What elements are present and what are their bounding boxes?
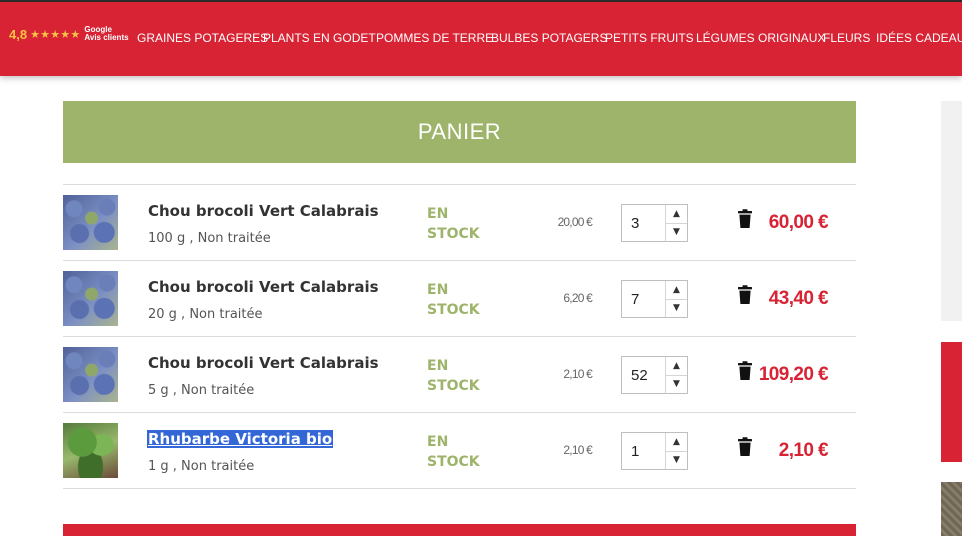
sidebar-red-block (941, 342, 962, 462)
product-variant: 5 g , Non traitée (148, 383, 255, 398)
stock-status-line1: EN (427, 206, 449, 222)
quantity-value[interactable]: 52 (631, 367, 648, 384)
stock-status: EN STOCK (427, 204, 497, 244)
site-header: 4,8 ★★★★★ Google Avis clients GRAINES PO… (0, 0, 962, 76)
trash-icon[interactable] (737, 209, 753, 229)
quantity-stepper[interactable]: 52 ▲ ▼ (621, 356, 688, 394)
cart-title: PANIER (417, 119, 502, 144)
quantity-spinner: ▲ ▼ (665, 357, 687, 393)
nav-item-plants-en-godet[interactable]: PLANTS EN GODET (263, 31, 376, 45)
line-total: 43,40 € (768, 288, 829, 309)
cart-title-banner: PANIER (63, 101, 856, 163)
stock-status: EN STOCK (427, 356, 497, 396)
stock-status-line2: STOCK (427, 302, 480, 318)
chevron-up-icon[interactable]: ▲ (666, 205, 687, 224)
nav-item-id-es-cadeaux[interactable]: IDÉES CADEAUX (876, 31, 962, 45)
chevron-down-icon[interactable]: ▼ (666, 299, 687, 317)
trash-icon[interactable] (737, 437, 753, 457)
stock-status: EN STOCK (427, 280, 497, 320)
quantity-stepper[interactable]: 3 ▲ ▼ (621, 204, 688, 242)
google-rating-badge[interactable]: 4,8 ★★★★★ Google Avis clients (9, 26, 129, 42)
chevron-up-icon[interactable]: ▲ (666, 433, 687, 452)
product-variant: 1 g , Non traitée (148, 459, 255, 474)
product-name-link[interactable]: Chou brocoli Vert Calabrais (148, 202, 379, 220)
quantity-spinner: ▲ ▼ (665, 281, 687, 317)
product-name-link[interactable]: Chou brocoli Vert Calabrais (148, 278, 379, 296)
cart-summary-bar (63, 524, 856, 536)
product-name-link[interactable]: Chou brocoli Vert Calabrais (148, 354, 379, 372)
sidebar-panel (941, 101, 962, 321)
stock-status: EN STOCK (427, 432, 497, 472)
avis-clients-label: Avis clients (84, 33, 129, 42)
google-reviews-label: Google Avis clients (84, 26, 128, 42)
product-thumbnail[interactable] (63, 271, 118, 326)
trash-icon[interactable] (737, 285, 753, 305)
quantity-value[interactable]: 7 (631, 291, 639, 308)
quantity-spinner: ▲ ▼ (665, 205, 687, 241)
product-thumbnail[interactable] (63, 195, 118, 250)
quantity-value[interactable]: 1 (631, 443, 639, 460)
product-variant: 100 g , Non traitée (148, 231, 271, 246)
nav-item-pommes-de-terre[interactable]: POMMES DE TERRE (376, 31, 493, 45)
chevron-down-icon[interactable]: ▼ (666, 223, 687, 241)
cart-item-row: Rhubarbe Victoria bio 1 g , Non traitée EN… (63, 413, 856, 489)
product-thumbnail[interactable] (63, 423, 118, 478)
cart-item-row: Chou brocoli Vert Calabrais 5 g , Non tra… (63, 337, 856, 413)
product-thumbnail[interactable] (63, 347, 118, 402)
cart-item-row: Chou brocoli Vert Calabrais 100 g , Non t… (63, 185, 856, 261)
stock-status-line1: EN (427, 434, 449, 450)
line-total: 2,10 € (778, 440, 829, 461)
product-name-link[interactable]: Rhubarbe Victoria bio (147, 430, 334, 448)
row-divider (63, 488, 856, 489)
quantity-value[interactable]: 3 (631, 215, 639, 232)
quantity-spinner: ▲ ▼ (665, 433, 687, 469)
stock-status-line1: EN (427, 282, 449, 298)
unit-price: 2,10 € (563, 443, 592, 457)
stock-status-line2: STOCK (427, 454, 480, 470)
chevron-up-icon[interactable]: ▲ (666, 281, 687, 300)
header-top-line (0, 0, 962, 2)
unit-price: 20,00 € (557, 215, 593, 229)
unit-price: 2,10 € (563, 367, 592, 381)
star-icon: ★★★★★ (30, 27, 81, 41)
product-variant: 20 g , Non traitée (148, 307, 263, 322)
nav-item-fleurs[interactable]: FLEURS (823, 31, 870, 45)
sidebar-image (941, 482, 962, 536)
nav-item-bulbes-potagers[interactable]: BULBES POTAGERS (491, 31, 607, 45)
quantity-stepper[interactable]: 7 ▲ ▼ (621, 280, 688, 318)
nav-item-graines-potageres[interactable]: GRAINES POTAGERES (137, 31, 268, 45)
line-total: 109,20 € (758, 364, 829, 385)
chevron-down-icon[interactable]: ▼ (666, 375, 687, 393)
nav-item-petits-fruits[interactable]: PETITS FRUITS (605, 31, 694, 45)
unit-price: 6,20 € (563, 291, 592, 305)
rating-score: 4,8 (9, 26, 28, 42)
stock-status-line2: STOCK (427, 378, 480, 394)
line-total: 60,00 € (768, 212, 829, 233)
trash-icon[interactable] (737, 361, 753, 381)
quantity-stepper[interactable]: 1 ▲ ▼ (621, 432, 688, 470)
stock-status-line1: EN (427, 358, 449, 374)
chevron-up-icon[interactable]: ▲ (666, 357, 687, 376)
cart-item-row: Chou brocoli Vert Calabrais 20 g , Non tr… (63, 261, 856, 337)
stock-status-line2: STOCK (427, 226, 480, 242)
chevron-down-icon[interactable]: ▼ (666, 451, 687, 469)
nav-item-l-gumes-originaux[interactable]: LÉGUMES ORIGINAUX (696, 31, 825, 45)
